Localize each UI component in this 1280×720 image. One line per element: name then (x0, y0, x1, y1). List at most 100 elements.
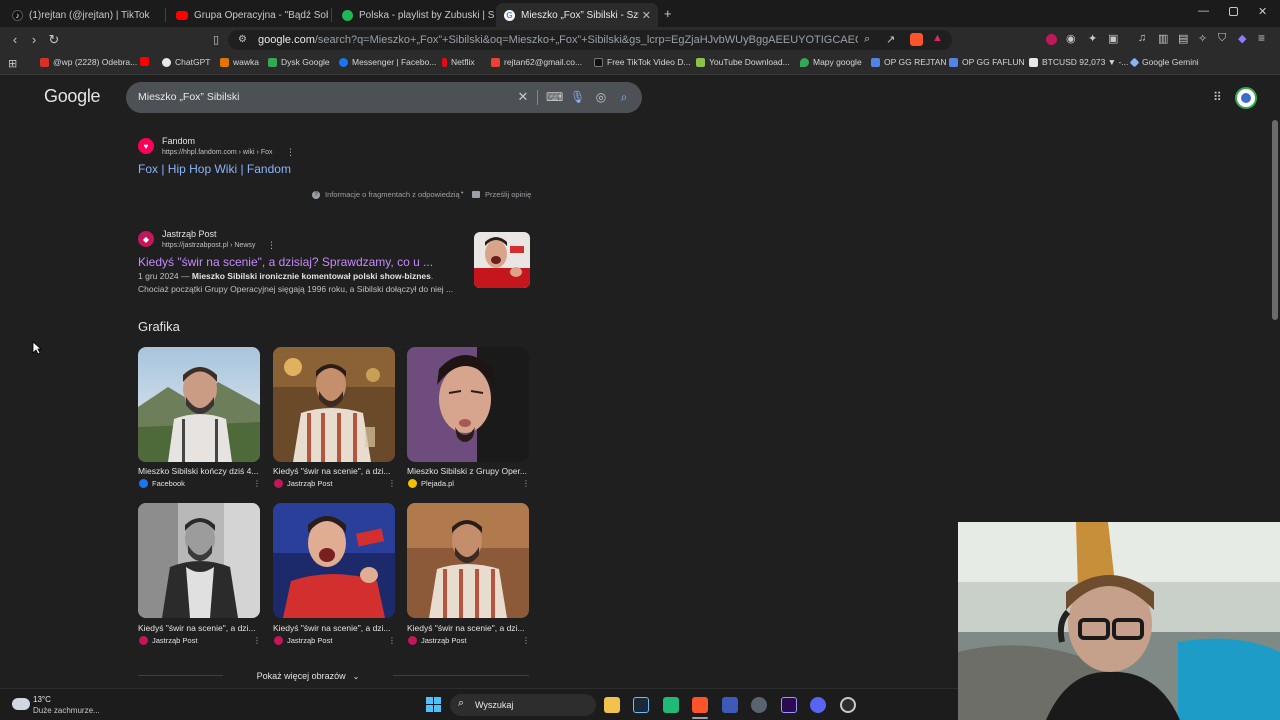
bookmark-item[interactable]: wawka (220, 57, 259, 67)
keyboard-icon[interactable]: ⌨ (546, 90, 563, 104)
more-options-icon[interactable]: ⋮ (253, 636, 261, 645)
menu-icon[interactable]: ≡ (1258, 31, 1265, 45)
close-tab-icon[interactable]: ✕ (642, 9, 651, 22)
image-result[interactable] (407, 503, 529, 618)
search-box[interactable]: Mieszko „Fox” Sibilski ✕ ⌨ 🎙 ◎ ⌕ (126, 82, 642, 113)
result-title-link[interactable]: Kiedyś "świr na scenie", a dzisiaj? Spra… (138, 255, 433, 269)
bookmark-icon[interactable]: ▯ (208, 32, 224, 48)
image-caption[interactable]: Mieszko Sibilski kończy dziś 4... (138, 466, 260, 476)
brave-shields-icon[interactable] (910, 33, 923, 46)
snippet-info[interactable]: ? Informacje o fragmentach z odpowiedzią (312, 190, 460, 199)
extension-icon[interactable]: ◆ (1238, 32, 1246, 45)
microphone-icon[interactable]: 🎙 (570, 90, 585, 104)
feedback-link[interactable]: Prześlij opinię (472, 190, 531, 199)
bookmark-item[interactable]: Netflix (442, 57, 475, 67)
bookmark-item[interactable]: Mapy google (800, 57, 862, 67)
image-source[interactable]: Plejada.pl (408, 479, 454, 488)
extension-icon[interactable]: ◉ (1066, 32, 1076, 45)
scrollbar-thumb[interactable] (1272, 120, 1278, 320)
leo-icon[interactable]: ✧ (1198, 32, 1207, 45)
weather-temp[interactable]: 13°C (33, 695, 51, 704)
bookmark-item[interactable]: OP GG FAFLUN (949, 57, 1025, 67)
brave-rewards-icon[interactable]: ▲ (932, 32, 943, 44)
avatar[interactable] (1235, 87, 1257, 109)
image-caption[interactable]: Mieszko Sibilski z Grupy Oper... (407, 466, 529, 476)
image-caption[interactable]: Kiedyś "świr na scenie", a dzi... (407, 623, 529, 633)
brave-icon[interactable] (692, 697, 708, 713)
more-options-icon[interactable]: ⋮ (388, 636, 396, 645)
bookmark-item[interactable]: Dysk Google (268, 57, 330, 67)
discord-icon[interactable] (810, 697, 826, 713)
bookmark-item[interactable]: OP GG REJTAN (871, 57, 947, 67)
google-apps-icon[interactable]: ⠿ (1213, 90, 1222, 104)
bookmark-item[interactable]: YouTube Download... (696, 57, 790, 67)
result-site-name[interactable]: Fandom (162, 136, 195, 146)
wallet-icon[interactable]: ▤ (1178, 32, 1188, 45)
tab-tiktok[interactable]: ♪ (1)rejtan (@jrejtan) | TikTok (4, 3, 162, 27)
windows-start-icon[interactable] (426, 697, 441, 712)
app-icon[interactable] (663, 697, 679, 713)
search-input[interactable]: Mieszko „Fox” Sibilski (138, 91, 240, 103)
share-icon[interactable]: ↗ (886, 33, 895, 46)
vpn-icon[interactable]: ⛉ (1218, 32, 1226, 45)
image-source[interactable]: Jastrząb Post (274, 636, 332, 645)
file-explorer-icon[interactable] (604, 697, 620, 713)
extension-icon[interactable]: ▣ (1108, 32, 1118, 45)
extension-icon[interactable] (1046, 34, 1057, 45)
bookmark-item[interactable] (140, 57, 153, 66)
result-url[interactable]: https://hhpl.fandom.com › wiki › Fox (162, 149, 272, 156)
premiere-pro-icon[interactable] (781, 697, 797, 713)
more-options-icon[interactable]: ⋮ (522, 479, 530, 488)
new-tab-icon[interactable]: + (664, 6, 672, 21)
result-thumbnail[interactable] (474, 232, 530, 288)
result-title-link[interactable]: Fox | Hip Hop Wiki | Fandom (138, 162, 291, 176)
back-icon[interactable]: ‹ (7, 32, 23, 48)
minimize-icon[interactable]: — (1198, 5, 1209, 17)
image-source[interactable]: Jastrząb Post (408, 636, 466, 645)
sidebar-icon[interactable]: ▥ (1158, 32, 1168, 45)
image-caption[interactable]: Kiedyś "świr na scenie", a dzi... (273, 623, 395, 633)
image-result[interactable] (407, 347, 529, 462)
media-icon[interactable]: ♫ (1138, 32, 1146, 44)
image-result[interactable] (273, 503, 395, 618)
steam-icon[interactable] (633, 697, 649, 713)
image-source[interactable]: Jastrząb Post (139, 636, 197, 645)
image-result[interactable] (273, 347, 395, 462)
tab-google-search[interactable]: G Mieszko „Fox” Sibilski - Szukaj w ✕ (496, 3, 658, 27)
settings-icon[interactable] (751, 697, 767, 713)
search-icon[interactable]: ⌕ (617, 90, 631, 104)
bookmark-item[interactable]: rejtan62@gmail.co... (491, 57, 582, 67)
address-bar[interactable]: ⚙ google.com/search?q=Mieszko+„Fox”+Sibi… (228, 30, 952, 50)
tab-youtube[interactable]: Grupa Operacyjna - "Bądź Sobą" - Yo (168, 3, 328, 27)
tab-spotify[interactable]: Polska - playlist by Zubuski | Spotify (334, 3, 494, 27)
bookmark-item[interactable]: Free TikTok Video D... (594, 57, 690, 67)
image-result[interactable] (138, 347, 260, 462)
bookmark-item[interactable]: @wp (2228) Odebra... (40, 57, 137, 67)
app-icon[interactable] (722, 697, 738, 713)
bookmark-item[interactable]: BTCUSD 92,073 ▼ -... (1029, 57, 1128, 67)
forward-icon[interactable]: › (26, 32, 42, 48)
google-logo[interactable]: Google (44, 86, 101, 107)
more-options-icon[interactable]: ⋮ (522, 636, 530, 645)
more-options-icon[interactable]: ⋮ (267, 240, 276, 251)
result-site-name[interactable]: Jastrząb Post (162, 229, 217, 239)
more-options-icon[interactable]: ⋮ (286, 147, 295, 158)
show-more-images-button[interactable]: Pokaż więcej obrazów ⌄ (223, 664, 393, 688)
reload-icon[interactable]: ↻ (46, 32, 62, 48)
weather-description[interactable]: Duże zachmurze... (33, 706, 100, 715)
apps-grid-icon[interactable]: ⊞ (8, 57, 17, 70)
bookmark-item[interactable]: ChatGPT (162, 57, 210, 67)
bookmark-item[interactable]: Messenger | Facebo... (339, 57, 436, 67)
extensions-puzzle-icon[interactable]: ✦ (1088, 32, 1097, 45)
zoom-icon[interactable]: ⌕ (864, 33, 870, 46)
bookmark-item[interactable]: Google Gemini (1129, 57, 1199, 67)
lens-icon[interactable]: ◎ (594, 90, 608, 104)
clear-icon[interactable]: ✕ (516, 90, 530, 104)
image-result[interactable] (138, 503, 260, 618)
more-options-icon[interactable]: ⋮ (388, 479, 396, 488)
taskbar-search[interactable]: ⌕ Wyszukaj (450, 694, 596, 716)
image-source[interactable]: Jastrząb Post (274, 479, 332, 488)
app-icon[interactable] (840, 697, 856, 713)
image-source[interactable]: Facebook (139, 479, 185, 488)
restore-icon[interactable] (1229, 7, 1238, 16)
